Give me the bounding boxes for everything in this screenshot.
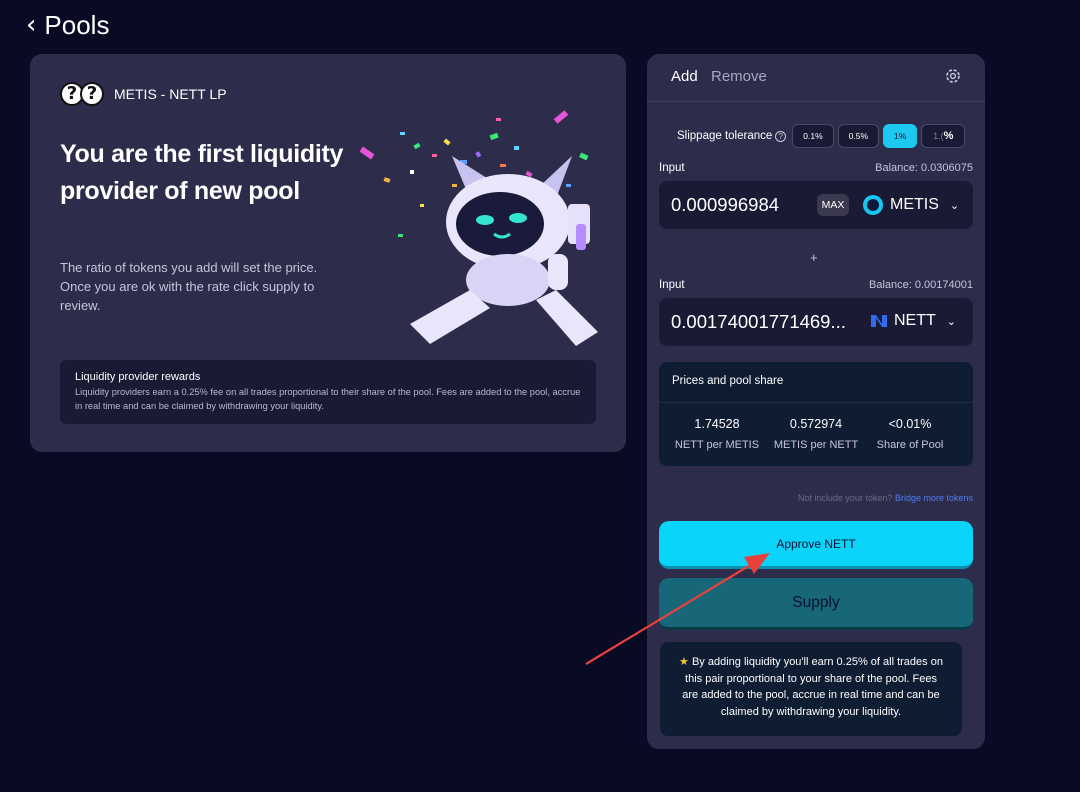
stat-share-of-pool: <0.01% Share of Pool xyxy=(860,417,960,451)
nett-token-icon xyxy=(871,315,887,327)
input1-amount[interactable]: 0.000996984 xyxy=(671,194,779,216)
pair-header: ? ? METIS - NETT LP xyxy=(60,82,227,106)
chevron-down-icon: ⌄ xyxy=(949,198,960,212)
prices-stats: 1.74528 NETT per METIS 0.572974 METIS pe… xyxy=(659,402,973,466)
bridge-text: Not include your token? xyxy=(797,493,893,503)
slippage-label: Slippage tolerance xyxy=(677,130,773,142)
star-icon: ★ xyxy=(679,655,689,668)
stat-label: METIS per NETT xyxy=(773,439,859,451)
hero-description: The ratio of tokens you add will set the… xyxy=(60,260,318,313)
note-text: By adding liquidity you'll earn 0.25% of… xyxy=(682,656,943,718)
token-select-nett[interactable]: NETT ⌄ xyxy=(871,312,956,330)
stat-nett-per-metis: 1.74528 NETT per METIS xyxy=(667,417,767,451)
page-title: Pools xyxy=(44,10,110,40)
chevron-left-icon: ‹ xyxy=(26,10,37,40)
pair-label: METIS - NETT LP xyxy=(114,86,227,102)
hero-title: You are the first liquidity provider of … xyxy=(60,140,344,205)
help-icon[interactable]: ? xyxy=(775,130,787,142)
prices-title: Prices and pool share xyxy=(672,375,784,387)
input2-box: 0.00174001771469... NETT ⌄ xyxy=(659,298,973,346)
tab-add[interactable]: Add xyxy=(671,68,698,85)
token-pair-icons: ? ? xyxy=(60,82,104,106)
approve-nett-button[interactable]: Approve NETT xyxy=(659,521,973,569)
new-pool-info-card: ? ? METIS - NETT LP You are the first li… xyxy=(30,54,626,452)
robot-mascot-illustration xyxy=(359,110,598,346)
token-name: METIS xyxy=(890,196,939,213)
slippage-custom-value: 1.( xyxy=(933,131,944,141)
plus-icon: + xyxy=(810,250,818,265)
slippage-row: Slippage tolerance ? 0.1% 0.5% 1% 1.(% xyxy=(677,124,966,148)
token-name: NETT xyxy=(894,312,936,329)
slippage-option-1[interactable]: 1% xyxy=(883,124,918,148)
input2-amount[interactable]: 0.00174001771469... xyxy=(671,311,846,333)
back-to-pools[interactable]: ‹ Pools xyxy=(26,10,109,40)
prices-and-share-box: Prices and pool share 1.74528 NETT per M… xyxy=(659,362,973,466)
slippage-option-0.5[interactable]: 0.5% xyxy=(837,124,880,148)
stat-label: NETT per METIS xyxy=(674,439,760,451)
stat-metis-per-nett: 0.572974 METIS per NETT xyxy=(766,417,866,451)
tab-remove[interactable]: Remove xyxy=(711,68,767,85)
add-liquidity-panel: Add Remove Slippage tolerance ? 0.1% 0.5… xyxy=(647,54,985,749)
liquidity-note: ★ By adding liquidity you'll earn 0.25% … xyxy=(660,642,962,736)
percent-suffix: % xyxy=(943,130,954,142)
stat-label: Share of Pool xyxy=(876,439,944,451)
supply-button[interactable]: Supply xyxy=(659,578,973,630)
input2-label: Input xyxy=(659,279,685,291)
unknown-token-icon: ? xyxy=(80,82,104,106)
slippage-custom-input[interactable]: 1.(% xyxy=(921,124,966,148)
chevron-down-icon: ⌄ xyxy=(946,314,956,328)
slippage-options: 0.1% 0.5% 1% 1.(% xyxy=(792,124,966,148)
input1-label: Input xyxy=(659,162,685,174)
bridge-hint: Not include your token? Bridge more toke… xyxy=(798,493,973,503)
input1-box: 0.000996984 MAX METIS ⌄ xyxy=(659,181,973,229)
rewards-info-box: Liquidity provider rewards Liquidity pro… xyxy=(60,360,596,424)
rewards-title: Liquidity provider rewards xyxy=(75,371,201,383)
token-select-metis[interactable]: METIS ⌄ xyxy=(863,195,959,215)
input1-balance: Balance: 0.0306075 xyxy=(875,162,973,174)
stat-value: 1.74528 xyxy=(694,417,740,431)
stat-value: <0.01% xyxy=(888,417,932,431)
bridge-more-tokens-link[interactable]: Bridge more tokens xyxy=(895,493,973,503)
slippage-option-0.1[interactable]: 0.1% xyxy=(792,124,834,148)
gear-icon[interactable] xyxy=(943,66,963,86)
stat-value: 0.572974 xyxy=(789,417,843,431)
metis-token-icon xyxy=(863,195,883,215)
rewards-text: Liquidity providers earn a 0.25% fee on … xyxy=(75,387,581,411)
max-button[interactable]: MAX xyxy=(817,194,849,216)
input2-balance: Balance: 0.00174001 xyxy=(869,279,973,291)
panel-tabs: Add Remove xyxy=(647,54,985,102)
